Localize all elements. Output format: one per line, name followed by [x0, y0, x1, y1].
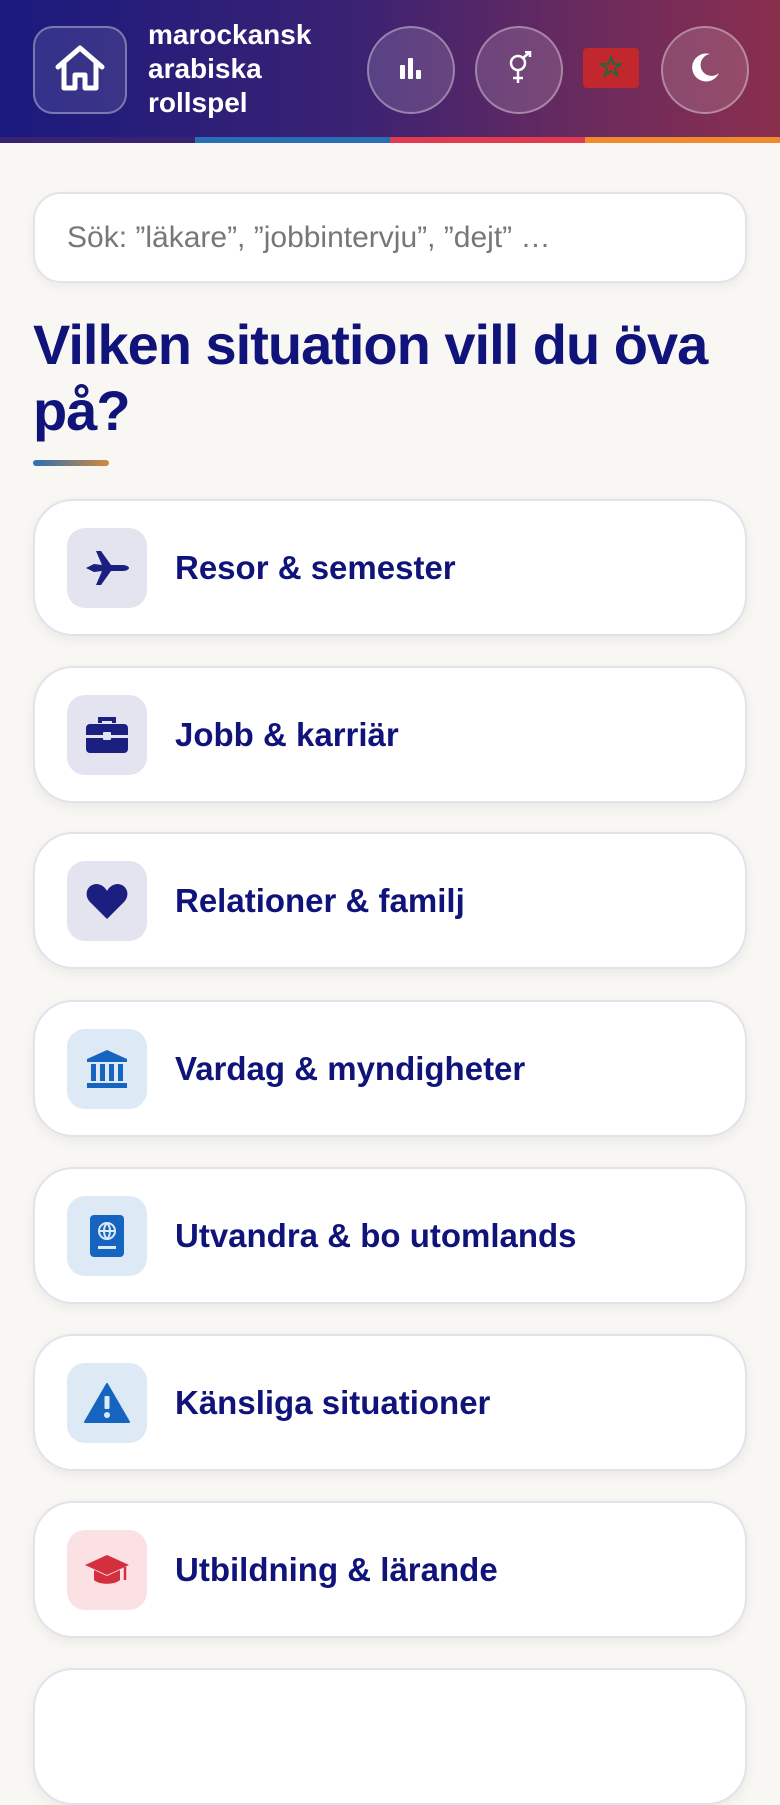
category-card-sensitive[interactable]: Känsliga situationer — [33, 1334, 747, 1471]
stripe-segment — [195, 137, 390, 143]
graduation-cap-icon — [67, 1529, 147, 1610]
gender-icon — [506, 50, 532, 90]
home-icon — [52, 43, 108, 98]
stripe-segment — [585, 137, 780, 143]
bar-chart-icon — [398, 55, 424, 86]
page-heading: Vilken situation vill du öva på? — [33, 313, 708, 442]
category-card-relations[interactable]: Relationer & familj — [33, 832, 747, 969]
home-button[interactable] — [33, 26, 127, 114]
airplane-icon — [67, 527, 147, 608]
category-card-travel[interactable]: Resor & semester — [33, 499, 747, 636]
category-label: Känsliga situationer — [175, 1383, 491, 1421]
statistics-button[interactable] — [367, 26, 455, 114]
category-card-jobs[interactable]: Jobb & karriär — [33, 666, 747, 803]
category-label: Vardag & myndigheter — [175, 1049, 526, 1087]
app-title: marockansk arabiska rollspel — [148, 18, 348, 120]
gender-button[interactable] — [475, 26, 563, 114]
language-flag-button[interactable] — [583, 48, 639, 88]
briefcase-icon — [67, 694, 147, 775]
category-label: Resor & semester — [175, 548, 456, 586]
category-label: Relationer & familj — [175, 881, 465, 919]
header-color-stripe — [0, 137, 780, 143]
app-title-line: marockansk — [148, 19, 312, 50]
search-input[interactable] — [33, 192, 747, 283]
category-label: Utvandra & bo utomlands — [175, 1216, 577, 1254]
category-label: Jobb & karriär — [175, 715, 399, 753]
category-card-emigrate[interactable]: Utvandra & bo utomlands — [33, 1167, 747, 1304]
bank-icon — [67, 1028, 147, 1109]
app-header: marockansk arabiska rollspel — [0, 0, 780, 140]
category-label: Utbildning & lärande — [175, 1550, 498, 1588]
passport-icon — [67, 1195, 147, 1276]
stripe-segment — [0, 137, 195, 143]
app-title-line: rollspel — [148, 87, 248, 118]
heart-icon — [67, 860, 147, 941]
app-title-line: arabiska — [148, 53, 262, 84]
category-card-education[interactable]: Utbildning & lärande — [33, 1501, 747, 1638]
dark-mode-button[interactable] — [661, 26, 749, 114]
category-card-everyday[interactable]: Vardag & myndigheter — [33, 1000, 747, 1137]
category-card-partial[interactable] — [33, 1668, 747, 1805]
warning-icon — [67, 1362, 147, 1443]
morocco-flag-icon — [598, 53, 624, 82]
moon-icon — [688, 51, 722, 90]
heading-underline — [33, 460, 109, 466]
stripe-segment — [390, 137, 585, 143]
